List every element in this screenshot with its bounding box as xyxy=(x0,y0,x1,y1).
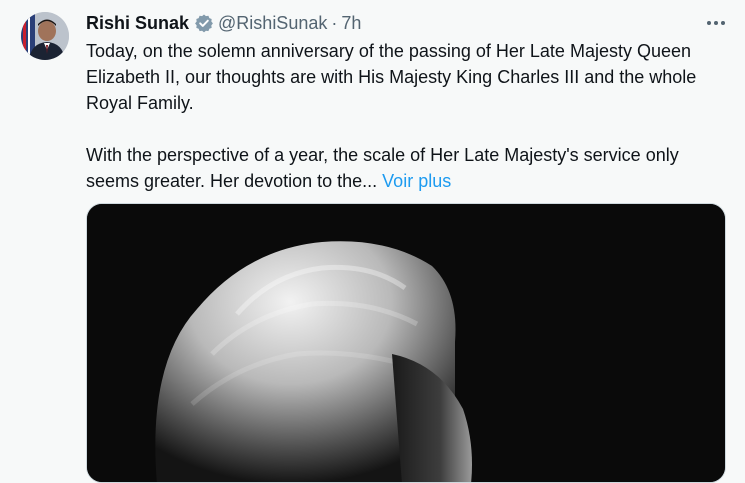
tweet-media-image[interactable] xyxy=(86,203,726,483)
more-options-button[interactable] xyxy=(701,12,731,34)
avatar-image xyxy=(21,12,69,60)
more-horizontal-icon xyxy=(707,21,725,25)
author-handle[interactable]: @RishiSunak xyxy=(218,13,327,34)
tweet-text: Today, on the solemn anniversary of the … xyxy=(86,38,726,194)
verified-badge-icon[interactable] xyxy=(194,13,214,33)
tweet-paragraph-1: Today, on the solemn anniversary of the … xyxy=(86,41,697,113)
tweet-header: Rishi Sunak @RishiSunak · 7h xyxy=(86,12,361,34)
avatar[interactable] xyxy=(21,12,69,60)
tweet[interactable]: Rishi Sunak @RishiSunak · 7h Today, on t… xyxy=(0,0,745,483)
author-name[interactable]: Rishi Sunak xyxy=(86,13,189,34)
portrait-photo xyxy=(87,204,725,482)
tweet-timestamp[interactable]: 7h xyxy=(341,13,361,34)
show-more-link[interactable]: Voir plus xyxy=(382,171,451,191)
header-separator: · xyxy=(331,12,338,33)
tweet-paragraph-2: With the perspective of a year, the scal… xyxy=(86,142,726,194)
